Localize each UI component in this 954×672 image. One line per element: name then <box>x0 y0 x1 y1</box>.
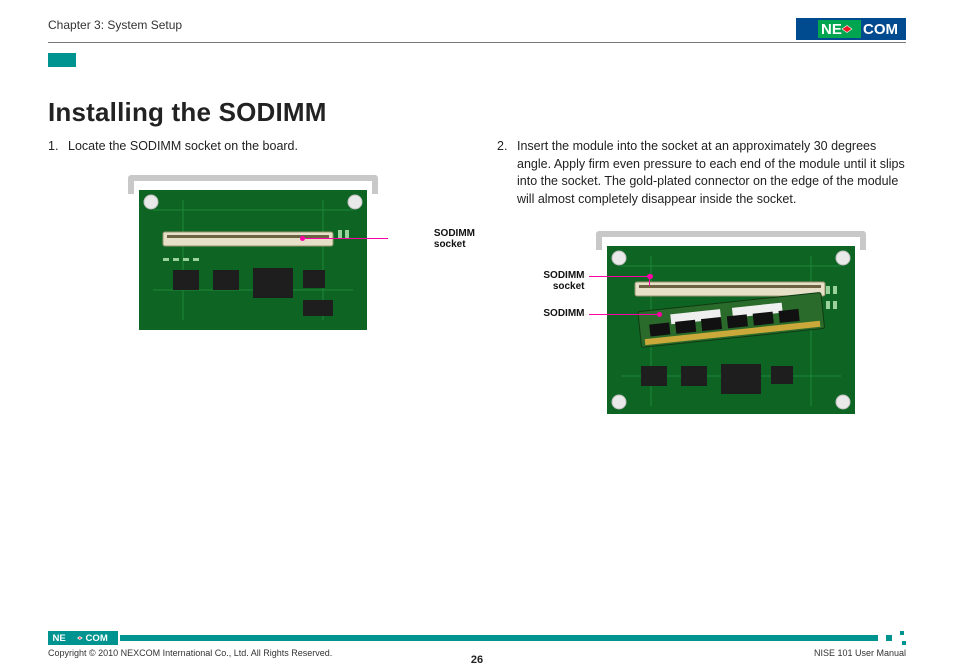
step-1-text: Locate the SODIMM socket on the board. <box>68 138 298 156</box>
step-1-number: 1. <box>48 138 60 156</box>
svg-text:NE: NE <box>52 633 65 644</box>
header-rule <box>48 42 906 43</box>
callout-sodimm-socket-left: SODIMM socket <box>434 228 475 250</box>
svg-text:COM: COM <box>863 21 898 38</box>
svg-text:COM: COM <box>86 633 108 644</box>
step-2: 2. Insert the module into the socket at … <box>497 138 906 208</box>
figure-board-left <box>123 170 383 330</box>
step-1: 1. Locate the SODIMM socket on the board… <box>48 138 457 156</box>
callout-sodimm-socket-right: SODIMM socket <box>543 270 584 292</box>
step-2-text: Insert the module into the socket at an … <box>517 138 906 208</box>
figure-board-right <box>591 226 871 416</box>
chapter-label: Chapter 3: System Setup <box>48 18 182 32</box>
teal-accent-bar <box>48 53 76 67</box>
page-number: 26 <box>48 654 906 666</box>
page-title: Installing the SODIMM <box>48 97 906 128</box>
callout-sodimm-module: SODIMM <box>543 308 584 319</box>
step-2-number: 2. <box>497 138 509 208</box>
nexcom-logo-top: NE COM <box>796 18 906 40</box>
svg-text:NE: NE <box>821 21 842 38</box>
footer-bar: NE COM <box>48 631 906 645</box>
nexcom-logo-footer: NE COM <box>48 631 118 645</box>
